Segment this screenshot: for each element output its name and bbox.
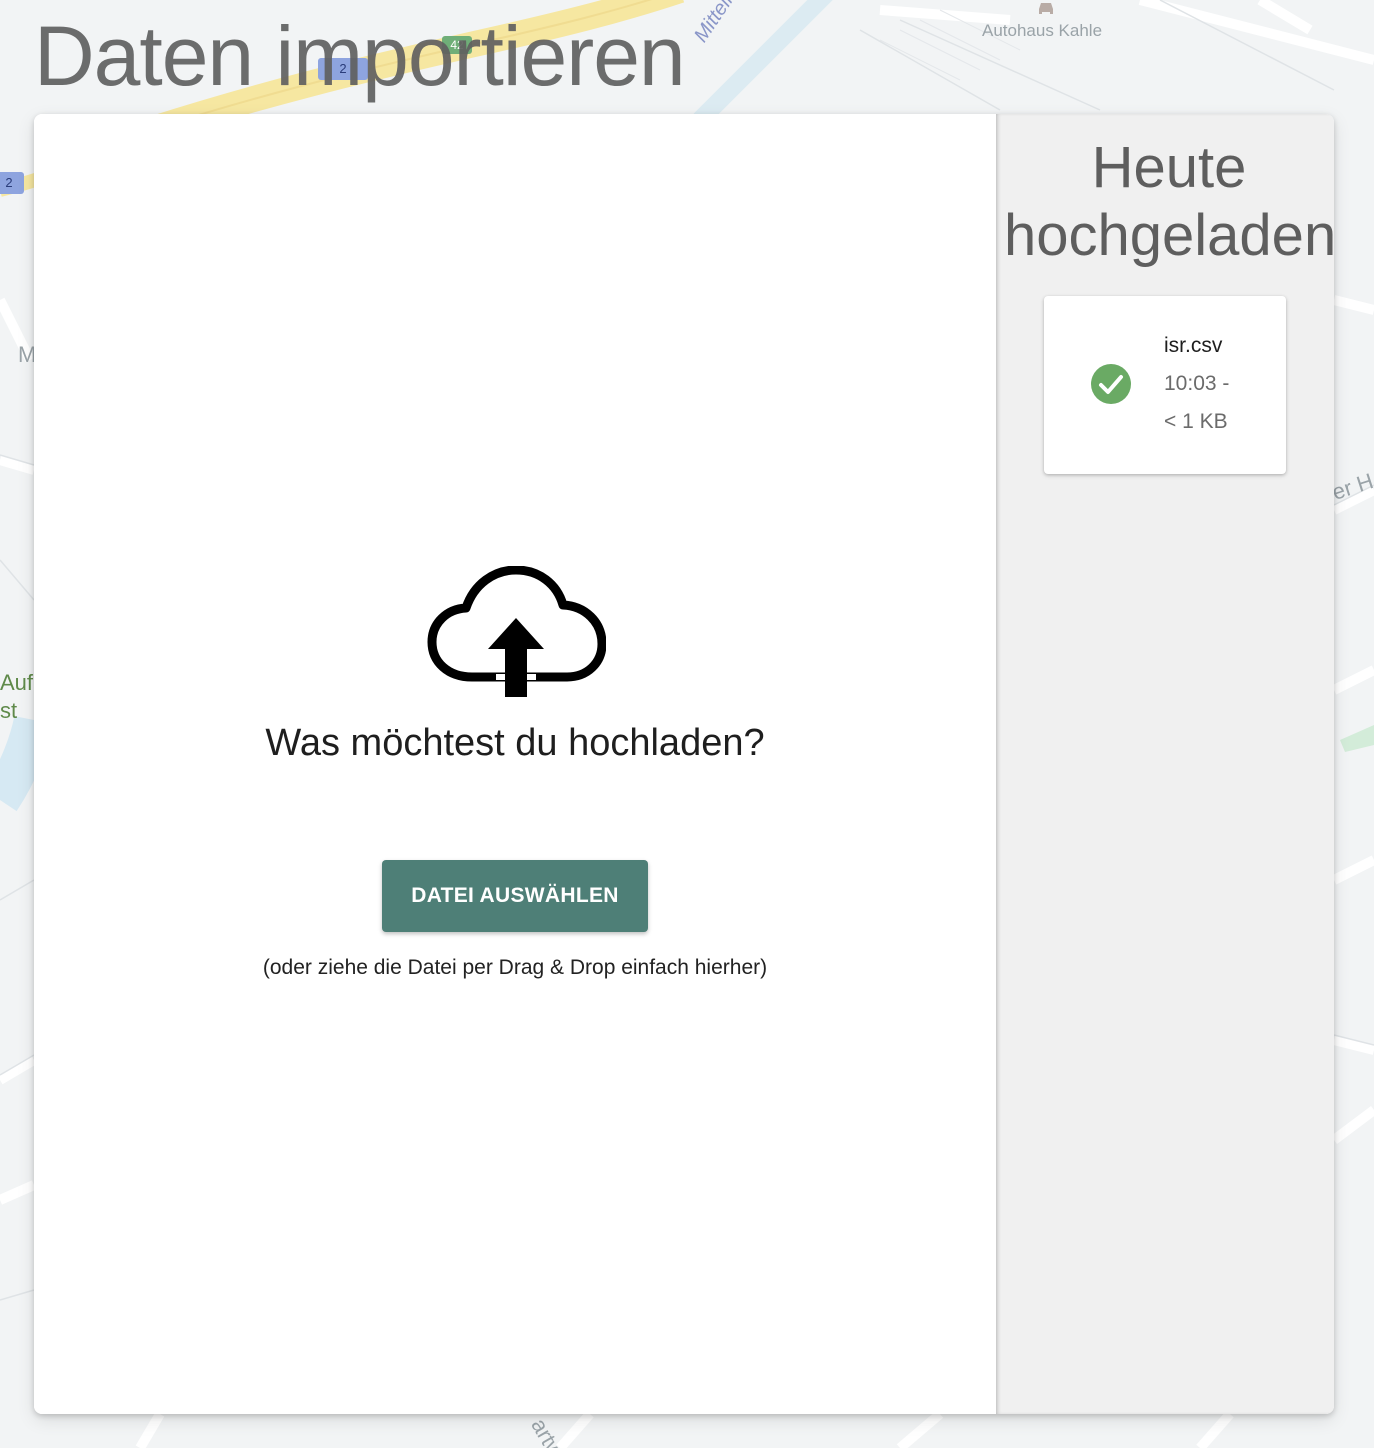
drag-drop-hint: (oder ziehe die Datei per Drag & Drop ei… xyxy=(34,956,996,980)
file-dropzone[interactable]: Was möchtest du hochladen? DATEI AUSWÄHL… xyxy=(34,114,996,1414)
choose-file-button[interactable]: DATEI AUSWÄHLEN xyxy=(382,860,648,932)
map-park-label-1: Auf xyxy=(0,670,33,696)
uploaded-file-name: isr.csv xyxy=(1164,334,1222,358)
cloud-upload-icon xyxy=(426,566,606,698)
uploaded-file-time: 10:03 - xyxy=(1164,372,1229,396)
uploaded-file-card[interactable]: isr.csv 10:03 - < 1 KB xyxy=(1044,296,1286,474)
map-poi-label: Autohaus Kahle xyxy=(982,21,1102,41)
car-icon xyxy=(1036,0,1056,21)
map-road-shield-left: 2 xyxy=(0,172,24,194)
check-circle-icon xyxy=(1091,364,1131,404)
uploaded-today-panel: Heute hochgeladen isr.csv 10:03 - < 1 KB xyxy=(996,114,1334,1414)
uploaded-today-title: Heute hochgeladen xyxy=(996,114,1334,270)
upload-question: Was möchtest du hochladen? xyxy=(34,722,996,765)
import-card: Was möchtest du hochladen? DATEI AUSWÄHL… xyxy=(34,114,1334,1414)
map-park-label-2: st xyxy=(0,698,17,724)
uploaded-file-size: < 1 KB xyxy=(1164,410,1228,434)
page-title: Daten importieren xyxy=(34,6,685,106)
